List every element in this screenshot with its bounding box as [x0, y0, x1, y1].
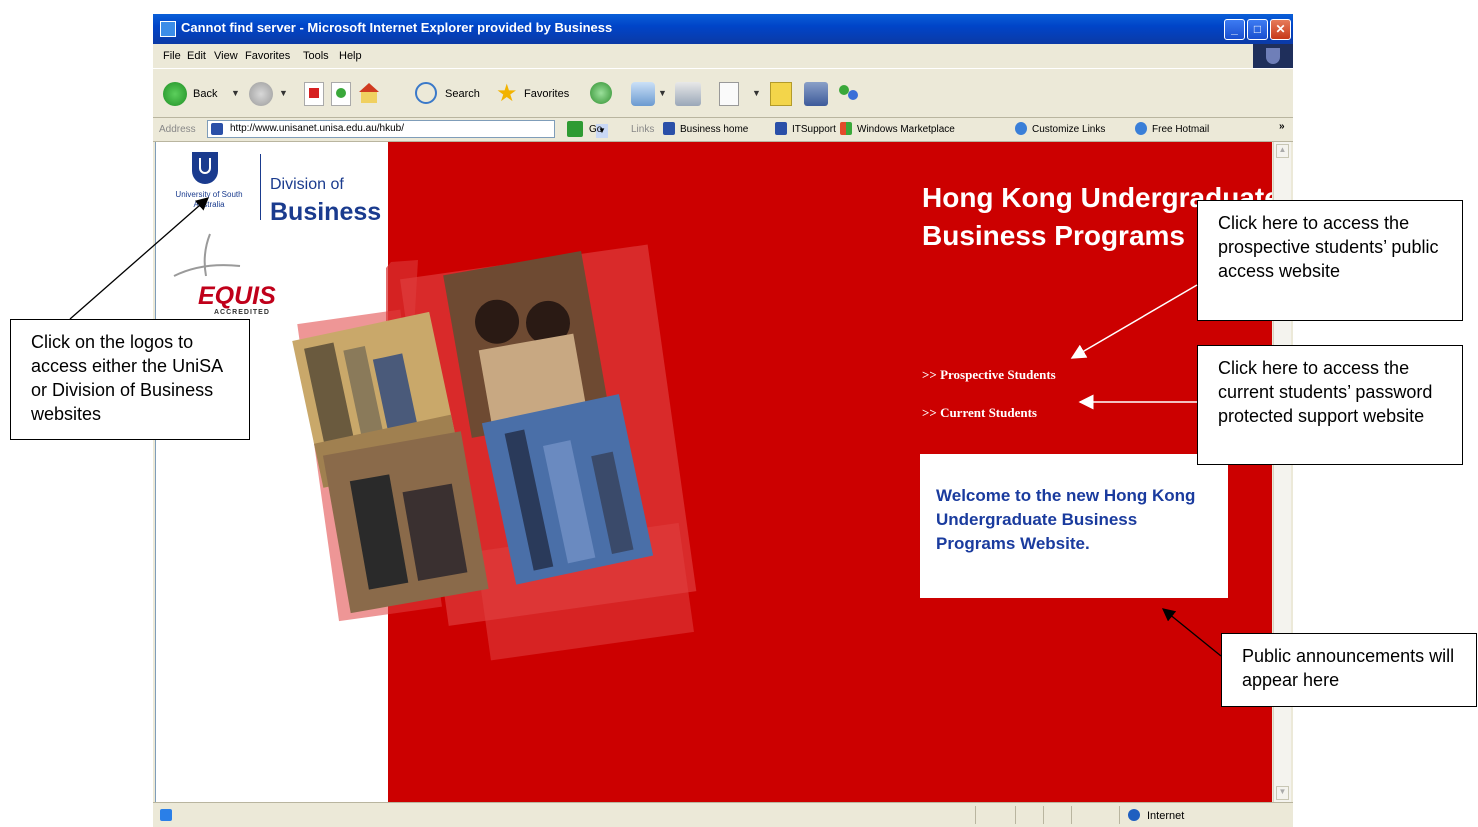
division-of-text[interactable]: Division of: [270, 176, 344, 194]
link-windows-marketplace[interactable]: Windows Marketplace: [857, 124, 955, 135]
status-divider: [1071, 806, 1072, 824]
search-icon[interactable]: [415, 82, 437, 104]
logo-divider: [260, 154, 261, 220]
maximize-button[interactable]: □: [1247, 19, 1268, 40]
forward-dropdown-icon[interactable]: ▼: [279, 88, 288, 98]
page-status-icon: [160, 809, 172, 821]
link-free-hotmail[interactable]: Free Hotmail: [1152, 124, 1209, 135]
unisa-logo-text[interactable]: University of South Australia: [164, 190, 254, 210]
menu-file[interactable]: File: [163, 50, 181, 62]
announcement-text: Welcome to the new Hong Kong Undergradua…: [936, 486, 1196, 553]
favorites-label[interactable]: Favorites: [524, 88, 569, 100]
callout-prospective: Click here to access the prospective stu…: [1197, 200, 1463, 321]
scroll-down-icon[interactable]: ▼: [1276, 786, 1289, 800]
close-button[interactable]: ✕: [1270, 19, 1291, 40]
ie-page-icon: [1015, 122, 1027, 135]
mail-dropdown-icon[interactable]: ▼: [658, 88, 667, 98]
edit-dropdown-icon[interactable]: ▼: [752, 88, 761, 98]
ie-icon: [160, 21, 176, 37]
menu-edit[interactable]: Edit: [187, 50, 206, 62]
standard-toolbar: Back ▼ ▼ Search ★ Favorites ▼ ▼: [153, 68, 1293, 118]
status-divider: [1043, 806, 1044, 824]
internet-zone-globe-icon: [1128, 809, 1140, 821]
unisa-link-icon: [775, 122, 787, 135]
address-input[interactable]: http://www.unisanet.unisa.edu.au/hkub/ ▼: [207, 120, 608, 138]
browser-window: Cannot find server - Microsoft Internet …: [153, 14, 1293, 827]
menu-view[interactable]: View: [214, 50, 238, 62]
back-icon[interactable]: [163, 82, 187, 106]
menu-bar: File Edit View Favorites Tools Help: [153, 44, 1293, 68]
zone-label: Internet: [1147, 810, 1185, 822]
menu-help[interactable]: Help: [339, 50, 362, 62]
stop-icon[interactable]: [304, 82, 324, 106]
link-customize-links[interactable]: Customize Links: [1032, 124, 1105, 135]
left-logo-panel: University of South Australia Division o…: [156, 142, 386, 802]
edit-icon[interactable]: [719, 82, 739, 106]
address-label: Address: [159, 124, 196, 135]
status-bar: Internet: [153, 802, 1293, 827]
callout-current: Click here to access the current student…: [1197, 345, 1463, 465]
page-viewport: University of South Australia Division o…: [155, 142, 1272, 802]
status-divider: [1119, 806, 1120, 824]
page-favicon-icon: [211, 123, 223, 135]
unisa-link-icon: [663, 122, 675, 135]
refresh-icon[interactable]: [331, 82, 351, 106]
callout-logos: Click on the logos to access either the …: [10, 319, 250, 440]
go-button[interactable]: Go: [589, 124, 602, 135]
status-divider: [975, 806, 976, 824]
title-bar[interactable]: Cannot find server - Microsoft Internet …: [153, 14, 1293, 44]
current-students-link[interactable]: >> Current Students: [922, 405, 1037, 421]
links-more-chevron-icon[interactable]: »: [1279, 121, 1285, 132]
windows-logo-icon: [840, 122, 852, 135]
favorites-star-icon[interactable]: ★: [496, 82, 518, 106]
unisa-logo[interactable]: [192, 152, 218, 184]
print-icon[interactable]: [675, 82, 701, 106]
business-logo-text[interactable]: Business: [270, 198, 381, 227]
menu-tools[interactable]: Tools: [303, 50, 329, 62]
address-bar: Address http://www.unisanet.unisa.edu.au…: [153, 118, 1293, 142]
prospective-students-link[interactable]: >> Prospective Students: [922, 367, 1056, 383]
back-label[interactable]: Back: [193, 88, 217, 100]
announcement-box: Welcome to the new Hong Kong Undergradua…: [920, 454, 1228, 598]
menu-favorites[interactable]: Favorites: [245, 50, 290, 62]
link-itsupport[interactable]: ITSupport: [792, 124, 836, 135]
status-divider: [1015, 806, 1016, 824]
equis-swoosh-icon: [173, 233, 241, 277]
messenger-icon[interactable]: [837, 82, 861, 106]
back-dropdown-icon[interactable]: ▼: [231, 88, 240, 98]
links-label: Links: [631, 124, 655, 135]
callout-announcements: Public announcements will appear here: [1221, 633, 1477, 707]
scroll-up-icon[interactable]: ▲: [1276, 144, 1289, 158]
address-value[interactable]: http://www.unisanet.unisa.edu.au/hkub/: [230, 123, 404, 134]
history-icon[interactable]: [590, 82, 612, 104]
window-title: Cannot find server - Microsoft Internet …: [181, 20, 613, 35]
research-icon[interactable]: [804, 82, 828, 106]
discuss-icon[interactable]: [770, 82, 792, 106]
mail-icon[interactable]: [631, 82, 655, 106]
equis-accredited-text: ACCREDITED: [214, 309, 270, 316]
windows-flag-icon: [1253, 44, 1293, 68]
equis-logo[interactable]: EQUIS: [198, 282, 276, 311]
search-label[interactable]: Search: [445, 88, 480, 100]
go-arrow-icon[interactable]: [567, 121, 583, 137]
home-icon[interactable]: [358, 82, 382, 106]
link-business-home[interactable]: Business home: [680, 124, 748, 135]
ie-page-icon: [1135, 122, 1147, 135]
minimize-button[interactable]: _: [1224, 19, 1245, 40]
forward-icon[interactable]: [249, 82, 273, 106]
